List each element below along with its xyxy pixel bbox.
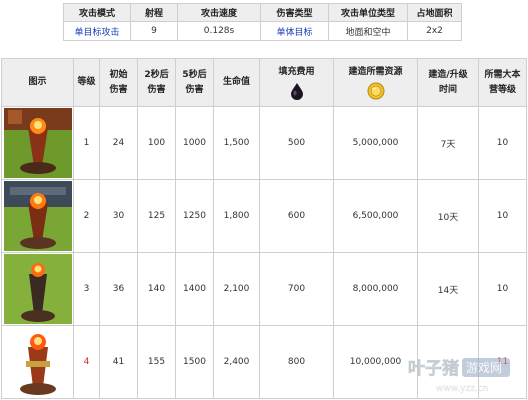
attack-mode-link[interactable]: 单目标攻击 — [63, 21, 131, 41]
build-cost-cell: 8,000,000 — [333, 252, 418, 326]
level-cell: 2 — [73, 179, 100, 253]
refill-cost-cell: 500 — [259, 106, 334, 180]
level-stats-table: 图示 等级 初始 伤害 2秒后 伤害 5秒后 伤害 生命值 填充费用 建造所需资… — [1, 58, 527, 399]
th-level-cell: 11 — [478, 325, 527, 399]
header-initial-damage-line1: 初始 — [109, 69, 128, 80]
th-level-cell: 10 — [478, 252, 527, 326]
refill-cost-cell: 800 — [259, 325, 334, 399]
hp-cell: 1,800 — [213, 179, 260, 253]
dark-elixir-drop-icon — [290, 83, 303, 100]
damage-5s-cell: 1400 — [175, 252, 214, 326]
header-build-cost: 建造所需资源 — [333, 58, 418, 107]
header-refill-label: 填充费用 — [278, 67, 315, 77]
th-level-cell: 10 — [478, 106, 527, 180]
level-cell: 3 — [73, 252, 100, 326]
level-cell: 1 — [73, 106, 100, 180]
header-image: 图示 — [1, 58, 74, 107]
header-build-time-line2: 时间 — [438, 84, 457, 95]
header-build-time: 建造/升级 时间 — [417, 58, 479, 107]
build-cost-cell: 5,000,000 — [333, 106, 418, 180]
hp-cell: 2,400 — [213, 325, 260, 399]
header-damage-2s-line1: 2秒后 — [144, 69, 169, 80]
table-row: 1 24 100 1000 1,500 500 5,000,000 7天 10 — [1, 106, 527, 180]
initial-damage-cell: 36 — [99, 252, 138, 326]
header-damage-5s-line1: 5秒后 — [182, 69, 207, 80]
header-damage-5s-line2: 伤害 — [185, 84, 204, 95]
inferno-tower-level-3-image — [3, 254, 72, 324]
level-cell: 4 — [73, 325, 100, 399]
tower-image-cell — [1, 179, 74, 253]
inferno-tower-level-2-image — [3, 181, 72, 251]
damage-2s-cell: 100 — [137, 106, 176, 180]
info-value-row: 单目标攻击 9 0.128s 单体目标 地面和空中 2x2 — [63, 21, 462, 41]
header-refill-cost: 填充费用 — [259, 58, 334, 107]
initial-damage-cell: 41 — [99, 325, 138, 399]
header-attack-mode: 攻击模式 — [63, 3, 131, 22]
initial-damage-cell: 24 — [99, 106, 138, 180]
header-footprint: 占地面积 — [407, 3, 462, 22]
header-hp: 生命值 — [213, 58, 260, 107]
header-range: 射程 — [130, 3, 178, 22]
hp-cell: 2,100 — [213, 252, 260, 326]
inferno-tower-level-1-image — [3, 108, 72, 178]
header-build-cost-label: 建造所需资源 — [348, 67, 403, 77]
header-damage-type: 伤害类型 — [260, 3, 329, 22]
main-header-row: 图示 等级 初始 伤害 2秒后 伤害 5秒后 伤害 生命值 填充费用 建造所需资… — [1, 58, 527, 107]
build-time-cell — [417, 325, 479, 399]
build-time-cell: 14天 — [417, 252, 479, 326]
damage-5s-cell: 1500 — [175, 325, 214, 399]
build-time-cell: 10天 — [417, 179, 479, 253]
damage-2s-cell: 155 — [137, 325, 176, 399]
header-attack-speed: 攻击速度 — [177, 3, 261, 22]
attack-info-table: 攻击模式 射程 攻击速度 伤害类型 攻击单位类型 占地面积 单目标攻击 9 0.… — [63, 3, 462, 41]
header-th-level-line2: 营等级 — [488, 84, 516, 95]
header-th-level-line1: 所需大本 — [484, 69, 521, 80]
header-build-time-line1: 建造/升级 — [428, 69, 468, 80]
damage-5s-cell: 1250 — [175, 179, 214, 253]
footprint-value: 2x2 — [407, 21, 462, 41]
info-header-row: 攻击模式 射程 攻击速度 伤害类型 攻击单位类型 占地面积 — [63, 3, 462, 22]
table-row: 2 30 125 1250 1,800 600 6,500,000 10天 10 — [1, 179, 527, 253]
tower-image-cell — [1, 325, 74, 399]
attack-speed-value: 0.128s — [177, 21, 261, 41]
th-level-cell: 10 — [478, 179, 527, 253]
header-initial-damage-line2: 伤害 — [109, 84, 128, 95]
range-value: 9 — [130, 21, 178, 41]
header-level: 等级 — [73, 58, 100, 107]
build-time-cell: 7天 — [417, 106, 479, 180]
build-cost-cell: 10,000,000 — [333, 325, 418, 399]
build-cost-cell: 6,500,000 — [333, 179, 418, 253]
damage-type-link[interactable]: 单体目标 — [260, 21, 329, 41]
hp-cell: 1,500 — [213, 106, 260, 180]
header-damage-5s[interactable]: 5秒后 伤害 — [175, 58, 214, 107]
table-row: 4 41 155 1500 2,400 800 10,000,000 11 — [1, 325, 527, 399]
target-type-value: 地面和空中 — [328, 21, 408, 41]
refill-cost-cell: 600 — [259, 179, 334, 253]
table-row: 3 36 140 1400 2,100 700 8,000,000 14天 10 — [1, 252, 527, 326]
header-initial-damage[interactable]: 初始 伤害 — [99, 58, 138, 107]
header-damage-2s[interactable]: 2秒后 伤害 — [137, 58, 176, 107]
tower-image-cell — [1, 252, 74, 326]
refill-cost-cell: 700 — [259, 252, 334, 326]
header-th-level: 所需大本 营等级 — [478, 58, 527, 107]
initial-damage-cell: 30 — [99, 179, 138, 253]
damage-5s-cell: 1000 — [175, 106, 214, 180]
header-target-type: 攻击单位类型 — [328, 3, 408, 22]
damage-2s-cell: 140 — [137, 252, 176, 326]
header-damage-2s-line2: 伤害 — [147, 84, 166, 95]
inferno-tower-level-4-image — [3, 327, 72, 397]
damage-2s-cell: 125 — [137, 179, 176, 253]
gold-coin-icon — [367, 82, 384, 100]
tower-image-cell — [1, 106, 74, 180]
